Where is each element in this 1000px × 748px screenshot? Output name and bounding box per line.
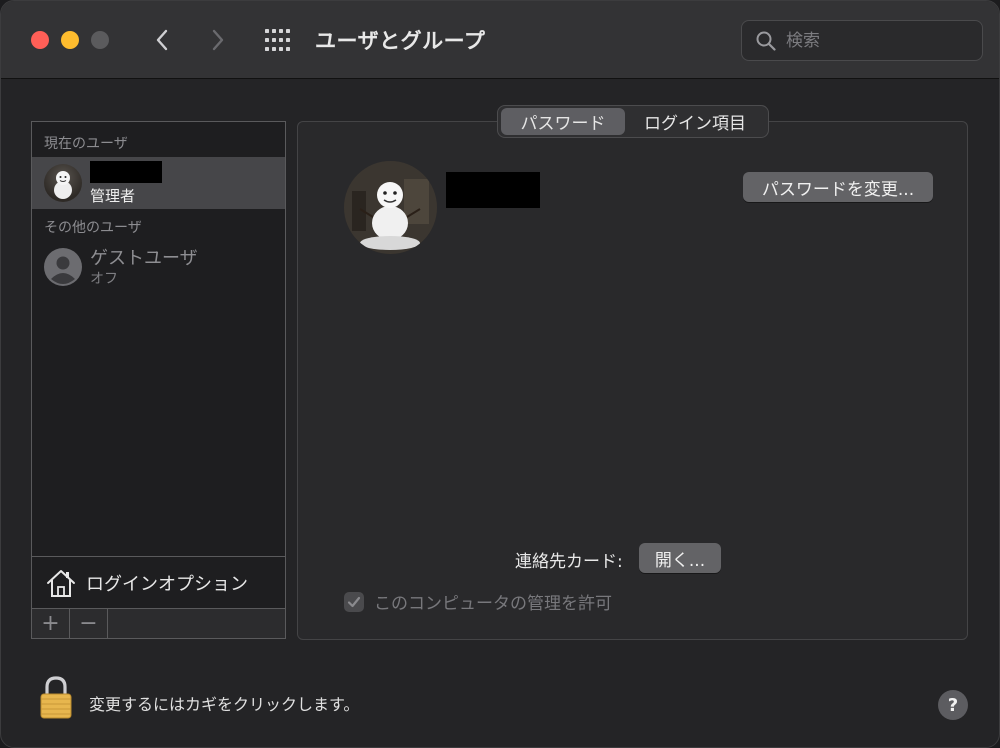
user-role: 管理者 [90, 187, 136, 205]
guest-status: オフ [90, 271, 118, 287]
search-input[interactable] [786, 30, 966, 51]
user-full-name-redacted [446, 172, 540, 208]
snowman-avatar-icon [344, 161, 437, 254]
person-icon [51, 256, 75, 284]
user-name-redacted [90, 161, 162, 183]
window: ユーザとグループ 現在のユーザ 管理者 その他のユーザ [0, 0, 1000, 748]
lock-hint-text: 変更するにはカギをクリックします。 [89, 695, 360, 714]
lock-icon [40, 676, 72, 719]
window-title: ユーザとグループ [315, 29, 486, 53]
sidebar-footer: + − [31, 609, 286, 639]
chevron-left-icon [156, 29, 168, 51]
add-user-button[interactable]: + [32, 609, 70, 638]
grid-icon [265, 29, 290, 51]
user-row-guest[interactable]: ゲストユーザ オフ [32, 240, 285, 292]
guest-avatar [44, 248, 82, 286]
lock-button[interactable] [38, 675, 74, 719]
user-picture[interactable] [344, 161, 437, 254]
allow-admin-label: このコンピュータの管理を許可 [374, 594, 612, 614]
tab-bar: パスワード ログイン項目 [497, 105, 769, 138]
allow-admin-checkbox[interactable]: このコンピュータの管理を許可 [344, 589, 612, 614]
snowman-avatar-icon [54, 171, 72, 199]
house-icon [47, 569, 75, 597]
checkbox[interactable] [344, 591, 364, 612]
show-all-button[interactable] [263, 27, 293, 53]
change-password-button[interactable]: パスワードを変更... [743, 172, 933, 202]
forward-button[interactable] [203, 23, 233, 57]
remove-user-button[interactable]: − [70, 609, 108, 638]
user-list: 現在のユーザ 管理者 その他のユーザ ゲストユーザ オフ ログインオプション [31, 121, 286, 609]
avatar [44, 164, 82, 202]
user-row-current[interactable]: 管理者 [32, 157, 285, 209]
zoom-button[interactable] [91, 31, 109, 49]
search-icon [756, 31, 776, 51]
login-options-label: ログインオプション [86, 573, 248, 595]
other-users-label: その他のユーザ [44, 220, 142, 236]
minimize-button[interactable] [61, 31, 79, 49]
checkmark-icon [347, 596, 361, 607]
tab-password[interactable]: パスワード [501, 108, 625, 135]
close-button[interactable] [31, 31, 49, 49]
search-field[interactable] [741, 20, 983, 61]
back-button[interactable] [147, 23, 177, 57]
help-button[interactable]: ? [938, 690, 968, 720]
contact-card-label: 連絡先カード: [515, 552, 623, 572]
tab-login-items[interactable]: ログイン項目 [625, 108, 765, 135]
open-contact-button[interactable]: 開く... [639, 543, 721, 573]
guest-name: ゲストユーザ [90, 248, 198, 269]
toolbar: ユーザとグループ [1, 1, 999, 79]
chevron-right-icon [212, 29, 224, 51]
login-options-item[interactable]: ログインオプション [32, 556, 285, 608]
current-users-label: 現在のユーザ [44, 136, 128, 152]
